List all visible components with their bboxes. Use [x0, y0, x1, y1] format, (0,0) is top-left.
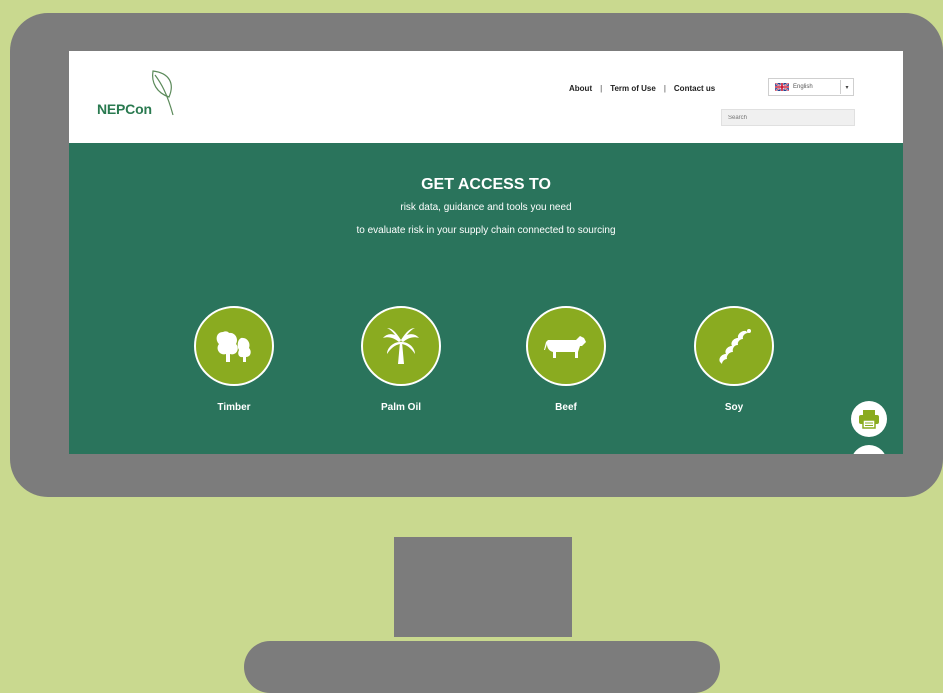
category-label: Timber [217, 402, 251, 413]
chevron-down-icon[interactable]: ▾ [840, 80, 853, 94]
nav-about-link[interactable]: About [569, 84, 592, 93]
site-header: NEPCon About | Term of Use | Contact us [69, 51, 903, 143]
trees-icon [216, 331, 251, 362]
floating-action-button[interactable] [851, 445, 887, 454]
category-circle[interactable] [694, 306, 774, 386]
language-value: English [793, 84, 813, 90]
top-nav: About | Term of Use | Contact us [569, 84, 715, 93]
hero-section: GET ACCESS TO risk data, guidance and to… [69, 143, 903, 454]
language-select[interactable]: English ▾ [768, 78, 854, 96]
category-label: Beef [555, 402, 577, 413]
leaf-icon [152, 70, 174, 116]
nav-separator: | [663, 84, 666, 93]
category-timber[interactable]: Timber [192, 306, 276, 413]
uk-flag-icon [775, 83, 789, 91]
category-soy[interactable]: Soy [692, 306, 776, 413]
soy-pod-icon [719, 329, 751, 364]
nav-terms-link[interactable]: Term of Use [610, 84, 656, 93]
category-label: Palm Oil [380, 402, 421, 413]
hero-subtitle-line2: to evaluate risk in your supply chain co… [356, 225, 616, 236]
palm-tree-icon [383, 328, 419, 364]
category-circle[interactable] [361, 306, 441, 386]
category-label: Soy [724, 402, 744, 413]
monitor-neck [394, 537, 572, 637]
search-input[interactable] [721, 109, 855, 126]
category-circle[interactable] [526, 306, 606, 386]
print-icon [859, 410, 879, 429]
category-palm-oil[interactable]: Palm Oil [359, 306, 443, 413]
logo-text: NEPCon [97, 101, 152, 117]
category-beef[interactable]: Beef [524, 306, 608, 413]
hero-subtitle-line1: risk data, guidance and tools you need [400, 202, 572, 213]
nepcon-logo[interactable]: NEPCon [91, 69, 191, 119]
nav-separator: | [600, 84, 603, 93]
hero-title: GET ACCESS TO [421, 176, 551, 193]
category-circle[interactable] [194, 306, 274, 386]
nav-contact-link[interactable]: Contact us [674, 84, 715, 93]
cow-icon [544, 336, 586, 358]
print-button[interactable] [851, 401, 887, 437]
monitor-screen: NEPCon About | Term of Use | Contact us [69, 51, 903, 454]
monitor-base [244, 641, 720, 693]
